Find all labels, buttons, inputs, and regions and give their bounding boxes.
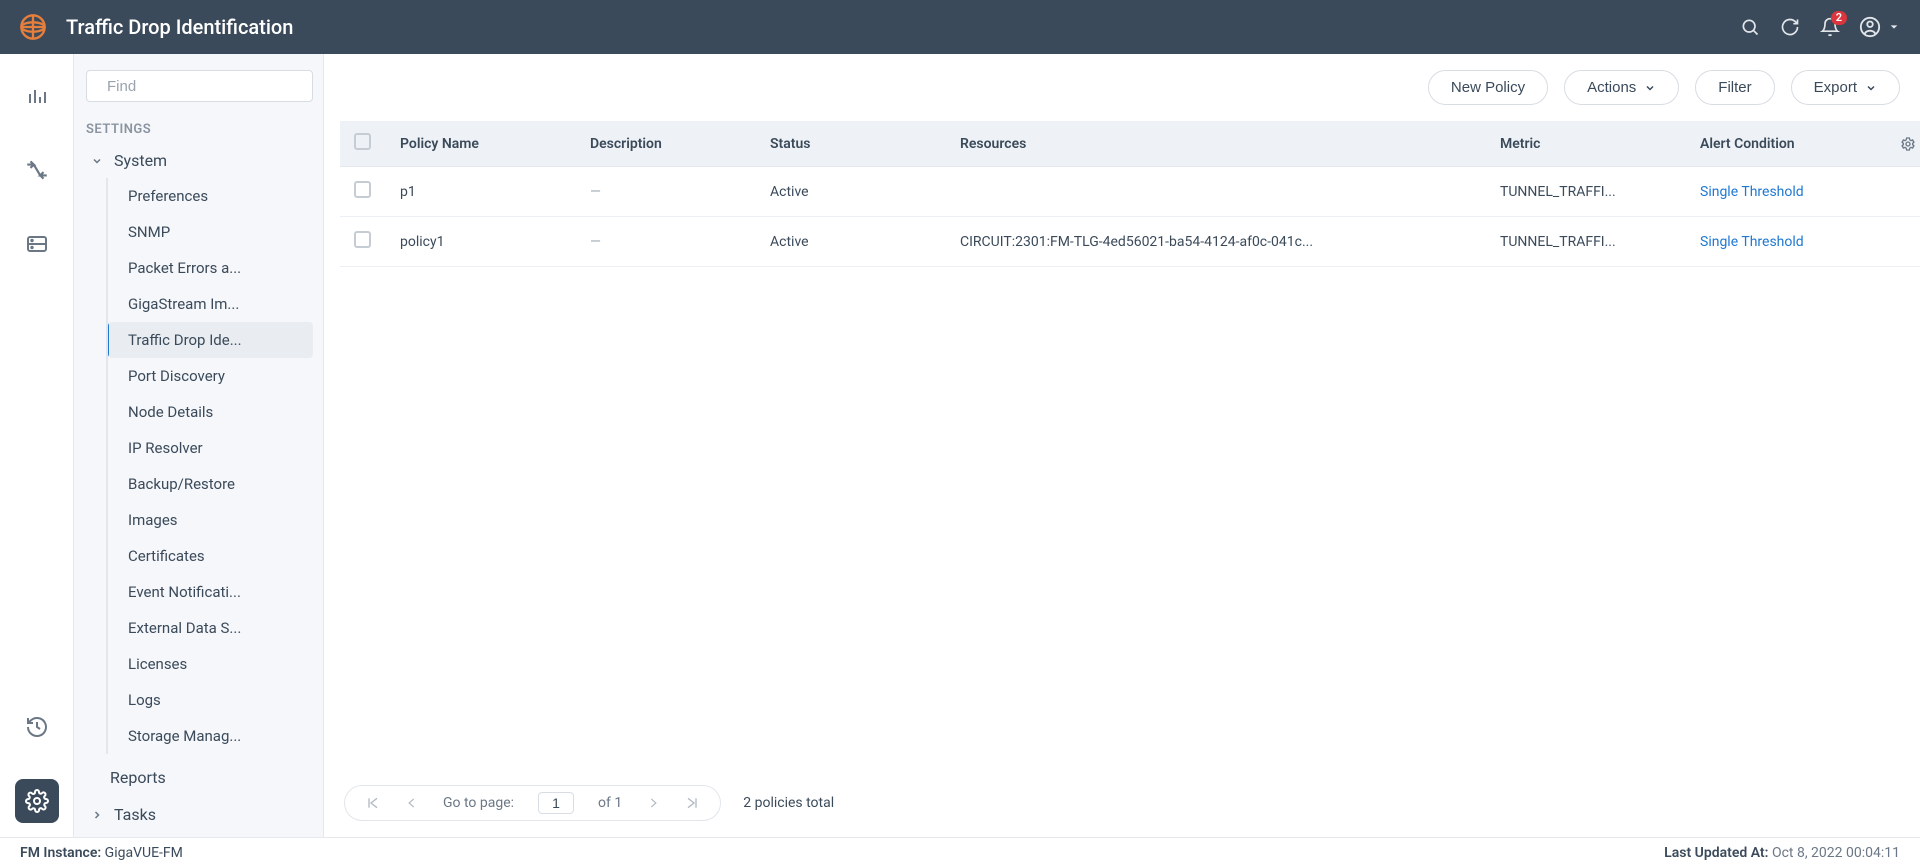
cell-resources xyxy=(946,167,1486,217)
notification-badge: 2 xyxy=(1831,11,1847,25)
sidebar: SETTINGS System PreferencesSNMPPacket Er… xyxy=(74,54,324,837)
go-to-page-label: Go to page: xyxy=(443,795,514,811)
policies-table: Policy Name Description Status Resources… xyxy=(340,121,1920,267)
sidebar-item[interactable]: Backup/Restore xyxy=(108,466,313,502)
notification-icon[interactable]: 2 xyxy=(1810,7,1850,47)
col-header-status[interactable]: Status xyxy=(756,121,946,167)
rail-traffic-icon[interactable] xyxy=(15,148,59,192)
cell-description: — xyxy=(576,167,756,217)
export-button[interactable]: Export xyxy=(1791,70,1900,105)
sidebar-item[interactable]: Packet Errors a... xyxy=(108,250,313,286)
user-menu-chevron-icon[interactable] xyxy=(1886,7,1902,47)
page-prev-icon[interactable] xyxy=(405,796,419,810)
sidebar-item[interactable]: Certificates xyxy=(108,538,313,574)
cell-name: p1 xyxy=(386,167,576,217)
sidebar-item[interactable]: Port Discovery xyxy=(108,358,313,394)
sidebar-subitems: PreferencesSNMPPacket Errors a...GigaStr… xyxy=(106,178,313,754)
select-all-checkbox[interactable] xyxy=(354,133,371,150)
sidebar-item[interactable]: Licenses xyxy=(108,646,313,682)
sidebar-group-reports[interactable]: Reports xyxy=(106,764,313,791)
rail-settings-icon[interactable] xyxy=(15,779,59,823)
sidebar-item[interactable]: Preferences xyxy=(108,178,313,214)
refresh-icon[interactable] xyxy=(1770,7,1810,47)
fm-instance-name: GigaVUE-FM xyxy=(105,845,183,861)
sidebar-item[interactable]: GigaStream Im... xyxy=(108,286,313,322)
sidebar-group-system[interactable]: System xyxy=(86,147,313,174)
row-checkbox[interactable] xyxy=(354,181,371,198)
sidebar-search-input[interactable] xyxy=(107,78,306,95)
sidebar-item[interactable]: Storage Manag... xyxy=(108,718,313,754)
table-row: p1—Active TUNNEL_TRAFFI... Single Threshol… xyxy=(340,167,1920,217)
cell-name: policy1 xyxy=(386,217,576,267)
search-icon[interactable] xyxy=(1730,7,1770,47)
cell-status: Active xyxy=(756,167,946,217)
gear-icon xyxy=(1900,136,1916,152)
table-row: policy1—ActiveCIRCUIT:2301:FM-TLG-4ed560… xyxy=(340,217,1920,267)
col-header-alert[interactable]: Alert Condition xyxy=(1686,121,1886,167)
last-updated-value: Oct 8, 2022 00:04:11 xyxy=(1772,845,1900,861)
chevron-right-icon xyxy=(90,809,104,821)
actions-button[interactable]: Actions xyxy=(1564,70,1679,105)
user-menu-icon[interactable] xyxy=(1850,7,1890,47)
cell-alert-link[interactable]: Single Threshold xyxy=(1700,234,1804,250)
page-first-icon[interactable] xyxy=(365,795,381,811)
rail-inventory-icon[interactable] xyxy=(15,222,59,266)
last-updated-label: Last Updated At: xyxy=(1664,845,1768,861)
rail-history-icon[interactable] xyxy=(15,705,59,749)
status-bar: FM Instance: GigaVUE-FM Last Updated At:… xyxy=(0,837,1920,867)
chevron-down-icon xyxy=(90,155,104,167)
pagination: Go to page: of 1 2 policies total xyxy=(344,785,1900,821)
cell-description: — xyxy=(576,217,756,267)
sidebar-item[interactable]: External Data S... xyxy=(108,610,313,646)
app-logo xyxy=(18,12,48,42)
page-last-icon[interactable] xyxy=(684,795,700,811)
page-input[interactable] xyxy=(538,792,574,814)
new-policy-button[interactable]: New Policy xyxy=(1428,70,1548,105)
col-header-metric[interactable]: Metric xyxy=(1486,121,1686,167)
cell-metric: TUNNEL_TRAFFI... xyxy=(1486,217,1686,267)
cell-metric: TUNNEL_TRAFFI... xyxy=(1486,167,1686,217)
sidebar-search[interactable] xyxy=(86,70,313,102)
sidebar-item[interactable]: Images xyxy=(108,502,313,538)
chevron-down-icon xyxy=(1644,82,1656,94)
content-area: New Policy Actions Filter Export xyxy=(324,54,1920,837)
col-header-description[interactable]: Description xyxy=(576,121,756,167)
sidebar-group-label: Reports xyxy=(110,768,166,787)
fm-instance-label: FM Instance: xyxy=(20,845,101,861)
filter-button[interactable]: Filter xyxy=(1695,70,1774,105)
sidebar-section-heading: SETTINGS xyxy=(86,122,313,137)
chevron-down-icon xyxy=(1865,82,1877,94)
sidebar-group-tasks[interactable]: Tasks xyxy=(86,801,313,828)
row-checkbox[interactable] xyxy=(354,231,371,248)
sidebar-item[interactable]: Logs xyxy=(108,682,313,718)
cell-resources: CIRCUIT:2301:FM-TLG-4ed56021-ba54-4124-a… xyxy=(946,217,1486,267)
sidebar-item[interactable]: Event Notificati... xyxy=(108,574,313,610)
page-next-icon[interactable] xyxy=(646,796,660,810)
nav-rail xyxy=(0,54,74,837)
sidebar-item[interactable]: IP Resolver xyxy=(108,430,313,466)
toolbar: New Policy Actions Filter Export xyxy=(324,54,1920,105)
top-bar: Traffic Drop Identification 2 xyxy=(0,0,1920,54)
col-header-name[interactable]: Policy Name xyxy=(386,121,576,167)
sidebar-item[interactable]: Node Details xyxy=(108,394,313,430)
sidebar-item[interactable]: SNMP xyxy=(108,214,313,250)
cell-status: Active xyxy=(756,217,946,267)
rail-dashboard-icon[interactable] xyxy=(15,74,59,118)
sidebar-group-label: Tasks xyxy=(114,805,156,824)
sidebar-group-label: System xyxy=(114,151,167,170)
sidebar-item[interactable]: Traffic Drop Ide... xyxy=(108,322,313,358)
pagination-total: 2 policies total xyxy=(743,795,834,811)
cell-alert-link[interactable]: Single Threshold xyxy=(1700,184,1804,200)
col-header-resources[interactable]: Resources xyxy=(946,121,1486,167)
col-header-settings[interactable] xyxy=(1886,121,1920,167)
page-title: Traffic Drop Identification xyxy=(66,15,293,39)
